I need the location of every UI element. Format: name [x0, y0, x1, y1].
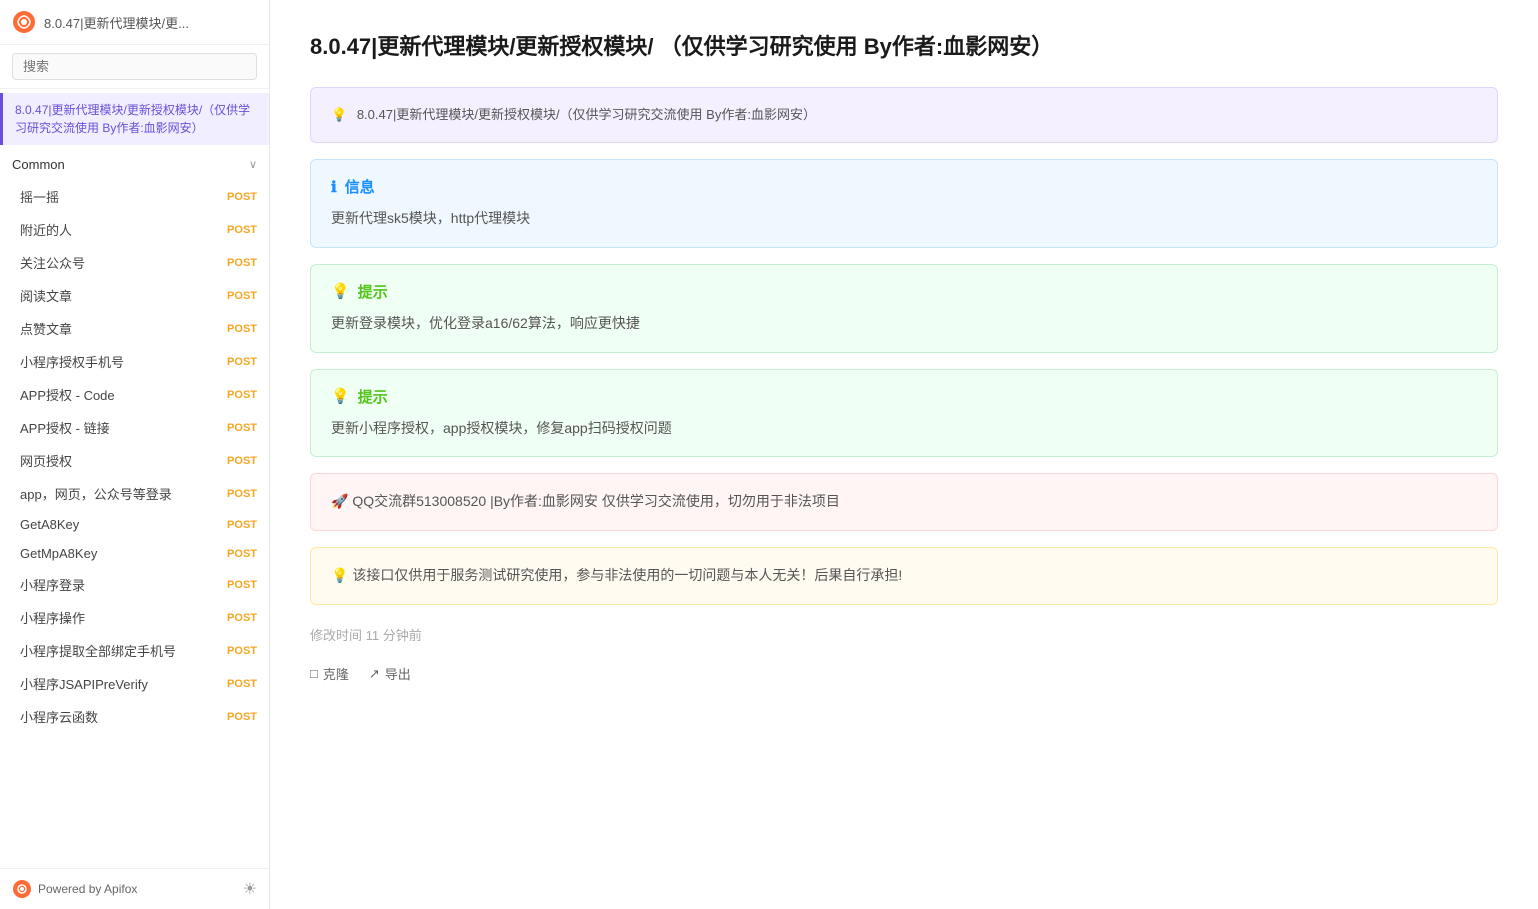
- search-input[interactable]: [12, 53, 257, 80]
- footer-label: Powered by Apifox: [38, 882, 137, 896]
- nav-item-label: APP授权 - 链接: [20, 418, 110, 437]
- method-badge: POST: [227, 356, 257, 368]
- nav-item[interactable]: 网页授权 POST: [0, 444, 269, 477]
- nav-item-label: 小程序授权手机号: [20, 352, 124, 371]
- tip1-header-text: 提示: [358, 281, 388, 302]
- method-badge: POST: [227, 678, 257, 690]
- nav-item[interactable]: 关注公众号 POST: [0, 246, 269, 279]
- method-badge: POST: [227, 389, 257, 401]
- nav-item-label: APP授权 - Code: [20, 385, 115, 404]
- nav-item[interactable]: 小程序授权手机号 POST: [0, 345, 269, 378]
- info-card-header: ℹ 信息: [331, 176, 1477, 197]
- search-box: [0, 45, 269, 89]
- tip1-icon: 💡: [331, 282, 350, 300]
- app-logo-icon: [12, 10, 36, 34]
- nav-item[interactable]: 阅读文章 POST: [0, 279, 269, 312]
- sidebar: 8.0.47|更新代理模块/更... 8.0.47|更新代理模块/更新授权模块/…: [0, 0, 270, 909]
- sidebar-footer-left: Powered by Apifox: [12, 879, 137, 899]
- info-header-text: 信息: [345, 176, 375, 197]
- nav-item-label: 小程序云函数: [20, 707, 98, 726]
- nav-item-label: 小程序JSAPIPreVerify: [20, 674, 148, 693]
- nav-items-container: 摇一摇 POST 附近的人 POST 关注公众号 POST 阅读文章 POST 点赞文章 POST…: [0, 180, 269, 733]
- method-badge: POST: [227, 519, 257, 531]
- info-icon: ℹ: [331, 178, 337, 196]
- nav-item[interactable]: 小程序JSAPIPreVerify POST: [0, 667, 269, 700]
- nav-item-label: 附近的人: [20, 220, 72, 239]
- tip2-text: 更新小程序授权，app授权模块，修复app扫码授权问题: [331, 417, 1477, 441]
- tip2-card: 💡 提示 更新小程序授权，app授权模块，修复app扫码授权问题: [310, 369, 1498, 458]
- clone-button[interactable]: □ 克隆: [310, 660, 349, 687]
- modified-time: 修改时间 11 分钟前: [310, 625, 1498, 644]
- active-nav-item[interactable]: 8.0.47|更新代理模块/更新授权模块/（仅供学习研究交流使用 By作者:血影…: [0, 93, 269, 145]
- breadcrumb-card: 💡 8.0.47|更新代理模块/更新授权模块/（仅供学习研究交流使用 By作者:…: [310, 87, 1498, 143]
- method-badge: POST: [227, 488, 257, 500]
- nav-item[interactable]: 小程序登录 POST: [0, 568, 269, 601]
- disclaimer-card: 💡 该接口仅供用于服务测试研究使用，参与非法使用的一切问题与本人无关！后果自行承…: [310, 547, 1498, 605]
- export-icon: ↗: [369, 666, 380, 682]
- breadcrumb-icon: 💡: [331, 107, 347, 122]
- sidebar-title: 8.0.47|更新代理模块/更...: [44, 13, 257, 32]
- nav-item-label: GetMpA8Key: [20, 546, 97, 561]
- nav-item-label: app，网页，公众号等登录: [20, 484, 172, 503]
- disclaimer-text: 💡 该接口仅供用于服务测试研究使用，参与非法使用的一切问题与本人无关！后果自行承…: [331, 564, 1477, 588]
- sidebar-footer: Powered by Apifox ☀: [0, 868, 269, 909]
- method-badge: POST: [227, 455, 257, 467]
- method-badge: POST: [227, 422, 257, 434]
- nav-item-label: 小程序提取全部绑定手机号: [20, 641, 176, 660]
- method-badge: POST: [227, 548, 257, 560]
- warning-card: 🚀 QQ交流群513008520 |By作者:血影网安 仅供学习交流使用，切勿用…: [310, 473, 1498, 531]
- method-badge: POST: [227, 257, 257, 269]
- method-badge: POST: [227, 224, 257, 236]
- method-badge: POST: [227, 323, 257, 335]
- sidebar-nav: Common ∨ 摇一摇 POST 附近的人 POST 关注公众号 POST 阅读文章 POS…: [0, 149, 269, 868]
- clone-icon: □: [310, 666, 318, 681]
- nav-item[interactable]: APP授权 - 链接 POST: [0, 411, 269, 444]
- nav-item[interactable]: 附近的人 POST: [0, 213, 269, 246]
- nav-item-label: 小程序操作: [20, 608, 85, 627]
- method-badge: POST: [227, 711, 257, 723]
- nav-item[interactable]: 小程序云函数 POST: [0, 700, 269, 733]
- tip1-text: 更新登录模块，优化登录a16/62算法，响应更快捷: [331, 312, 1477, 336]
- section-label: Common: [12, 157, 65, 172]
- method-badge: POST: [227, 645, 257, 657]
- nav-item[interactable]: 点赞文章 POST: [0, 312, 269, 345]
- export-button[interactable]: ↗ 导出: [369, 660, 411, 687]
- info-text: 更新代理sk5模块，http代理模块: [331, 207, 1477, 231]
- apifox-logo-icon: [12, 879, 32, 899]
- nav-item[interactable]: APP授权 - Code POST: [0, 378, 269, 411]
- tip1-card: 💡 提示 更新登录模块，优化登录a16/62算法，响应更快捷: [310, 264, 1498, 353]
- method-badge: POST: [227, 612, 257, 624]
- info-card: ℹ 信息 更新代理sk5模块，http代理模块: [310, 159, 1498, 248]
- breadcrumb-text: 💡 8.0.47|更新代理模块/更新授权模块/（仅供学习研究交流使用 By作者:…: [331, 107, 816, 122]
- nav-item[interactable]: 摇一摇 POST: [0, 180, 269, 213]
- nav-item[interactable]: GetMpA8Key POST: [0, 539, 269, 568]
- nav-item-label: 网页授权: [20, 451, 72, 470]
- main-content: 8.0.47|更新代理模块/更新授权模块/ （仅供学习研究使用 By作者:血影网…: [270, 0, 1538, 909]
- tip2-header-text: 提示: [358, 386, 388, 407]
- method-badge: POST: [227, 579, 257, 591]
- page-title: 8.0.47|更新代理模块/更新授权模块/ （仅供学习研究使用 By作者:血影网…: [310, 30, 1498, 63]
- warning-text: 🚀 QQ交流群513008520 |By作者:血影网安 仅供学习交流使用，切勿用…: [331, 490, 1477, 514]
- tip2-card-header: 💡 提示: [331, 386, 1477, 407]
- nav-item[interactable]: 小程序提取全部绑定手机号 POST: [0, 634, 269, 667]
- nav-item[interactable]: 小程序操作 POST: [0, 601, 269, 634]
- chevron-down-icon: ∨: [249, 158, 257, 171]
- tip1-card-header: 💡 提示: [331, 281, 1477, 302]
- method-badge: POST: [227, 290, 257, 302]
- method-badge: POST: [227, 191, 257, 203]
- nav-item[interactable]: app，网页，公众号等登录 POST: [0, 477, 269, 510]
- nav-item-label: 关注公众号: [20, 253, 85, 272]
- section-header-common[interactable]: Common ∨: [0, 149, 269, 180]
- nav-item-label: 阅读文章: [20, 286, 72, 305]
- nav-item-label: GetA8Key: [20, 517, 79, 532]
- settings-icon[interactable]: ☀: [243, 879, 257, 899]
- nav-item-label: 摇一摇: [20, 187, 59, 206]
- nav-item-label: 小程序登录: [20, 575, 85, 594]
- nav-item[interactable]: GetA8Key POST: [0, 510, 269, 539]
- nav-item-label: 点赞文章: [20, 319, 72, 338]
- action-bar: □ 克隆 ↗ 导出: [310, 660, 1498, 687]
- tip2-icon: 💡: [331, 387, 350, 405]
- sidebar-header: 8.0.47|更新代理模块/更...: [0, 0, 269, 45]
